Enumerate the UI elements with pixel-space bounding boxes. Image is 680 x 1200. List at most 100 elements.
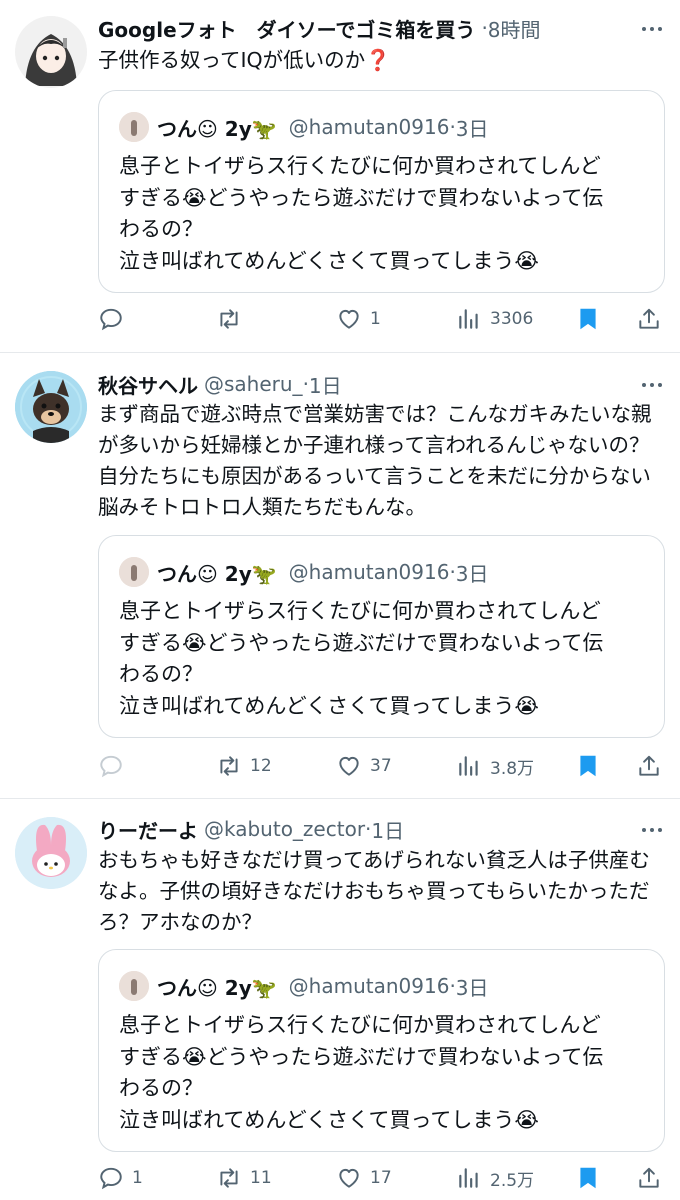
views-button[interactable]: 3306	[456, 302, 533, 336]
quoted-header: つん☺︎ 2y🦖 @hamutan0916 · 3日	[119, 970, 489, 1002]
like-button[interactable]: 37	[336, 749, 392, 783]
quoted-line: 泣き叫ばれてめんどくさくて買ってしまう😭	[119, 1107, 539, 1132]
like-count: 1	[370, 309, 381, 329]
quoted-author-handle: @hamutan0916	[288, 974, 450, 998]
views-icon	[459, 1168, 478, 1188]
tweet-text: まず商品で遊ぶ時点で営業妨害では？こんなガキみたいな親が多いから妊婦様とか子連れ…	[98, 399, 660, 523]
tweet-header: りーだーよ @kabuto_zector · 1日	[98, 812, 650, 846]
tweet-text-content: 子供作る奴ってIQが低いのか❓	[98, 48, 391, 72]
post-time[interactable]: 8時間	[488, 14, 541, 43]
reply-icon	[100, 1167, 122, 1190]
reply-button[interactable]	[98, 749, 132, 783]
quoted-tweet[interactable]: つん☺︎ 2y🦖 @hamutan0916 · 3日 息子とトイザらス行くたびに…	[98, 949, 665, 1152]
tweet-text-content: まず商品で遊ぶ時点で営業妨害では？こんなガキみたいな親が多いから妊婦様とか子連れ…	[98, 402, 652, 519]
author-name[interactable]: りーだーよ	[98, 815, 198, 844]
tweet-header: 秋谷サヘル @saheru_ · 1日	[98, 367, 650, 401]
views-button[interactable]: 2.5万	[456, 1161, 534, 1195]
quoted-avatar	[119, 557, 149, 587]
tweet-text-content: おもちゃも好きなだけ買ってあげられない貧乏人は子供産むなよ。子供の頃好きなだけお…	[98, 848, 650, 934]
quoted-line: 息子とトイザらス行くたびに何か買わされてしんど	[119, 599, 601, 623]
more-icon[interactable]	[640, 17, 664, 41]
views-icon	[459, 309, 478, 329]
like-button[interactable]: 1	[336, 302, 381, 336]
quoted-header: つん☺︎ 2y🦖 @hamutan0916 · 3日	[119, 556, 489, 588]
tweet[interactable]: Googleフォト ダイソーでゴミ箱を買う · 8時間 子供作る奴ってIQが低い…	[0, 0, 680, 352]
bookmark-button[interactable]	[575, 749, 601, 783]
more-icon[interactable]	[640, 373, 664, 397]
reply-count: 1	[132, 1168, 143, 1188]
share-button[interactable]	[636, 1161, 662, 1195]
share-button[interactable]	[636, 302, 662, 336]
view-count: 3306	[490, 309, 534, 329]
like-count: 17	[370, 1168, 392, 1188]
reply-button[interactable]: 1	[98, 1161, 143, 1195]
action-bar: 1 3306	[98, 302, 668, 336]
bookmark-icon	[580, 755, 596, 777]
author-name[interactable]: 秋谷サヘル	[98, 370, 198, 399]
tweet-text: おもちゃも好きなだけ買ってあげられない貧乏人は子供産むなよ。子供の頃好きなだけお…	[98, 845, 660, 938]
quoted-author-name: つん☺︎ 2y🦖	[157, 561, 277, 586]
quoted-tweet[interactable]: つん☺︎ 2y🦖 @hamutan0916 · 3日 息子とトイザらス行くたびに…	[98, 90, 665, 293]
quoted-line: すぎる😭どうやったら遊ぶだけで買わないよって伝	[119, 630, 604, 655]
retweet-icon	[220, 756, 238, 776]
tweet-text: 子供作る奴ってIQが低いのか❓	[98, 45, 660, 76]
bookmark-button[interactable]	[575, 1161, 601, 1195]
author-handle[interactable]: @saheru_	[204, 372, 303, 396]
like-icon	[339, 309, 359, 329]
like-icon	[339, 1168, 359, 1188]
share-button[interactable]	[636, 749, 662, 783]
quoted-author-handle: @hamutan0916	[288, 560, 450, 584]
quoted-text: 息子とトイザらス行くたびに何か買わされてしんど すぎる😭どうやったら遊ぶだけで買…	[119, 151, 644, 277]
author-name[interactable]: Googleフォト ダイソーでゴミ箱を買う	[98, 14, 475, 43]
quoted-line: わるの？	[119, 217, 203, 241]
retweet-count: 12	[250, 756, 272, 776]
bookmark-icon	[580, 1167, 596, 1189]
share-icon	[639, 308, 659, 329]
share-icon	[639, 1167, 659, 1188]
tweet[interactable]: 秋谷サヘル @saheru_ · 1日 まず商品で遊ぶ時点で営業妨害では？こんな…	[0, 353, 680, 798]
bookmark-button[interactable]	[575, 302, 601, 336]
quoted-post-time: 3日	[455, 561, 489, 586]
share-icon	[639, 755, 659, 776]
more-icon[interactable]	[640, 818, 664, 842]
quoted-text: 息子とトイザらス行くたびに何か買わされてしんど すぎる😭どうやったら遊ぶだけで買…	[119, 596, 644, 722]
quoted-post-time: 3日	[455, 116, 489, 141]
quoted-text: 息子とトイザらス行くたびに何か買わされてしんど すぎる😭どうやったら遊ぶだけで買…	[119, 1010, 644, 1136]
avatar[interactable]	[15, 817, 87, 889]
avatar-image	[15, 371, 87, 443]
quoted-line: 息子とトイザらス行くたびに何か買わされてしんど	[119, 1013, 601, 1037]
bookmark-icon	[580, 308, 596, 330]
avatar[interactable]	[15, 371, 87, 443]
avatar-image	[15, 817, 87, 889]
quoted-avatar	[119, 112, 149, 142]
quoted-header: つん☺︎ 2y🦖 @hamutan0916 · 3日	[119, 111, 489, 143]
quoted-author-handle: @hamutan0916	[288, 115, 450, 139]
avatar-image	[15, 16, 87, 88]
avatar[interactable]	[15, 16, 87, 88]
quoted-tweet[interactable]: つん☺︎ 2y🦖 @hamutan0916 · 3日 息子とトイザらス行くたびに…	[98, 535, 665, 738]
tweet[interactable]: りーだーよ @kabuto_zector · 1日 おもちゃも好きなだけ買ってあ…	[0, 799, 680, 1200]
like-button[interactable]: 17	[336, 1161, 392, 1195]
author-handle[interactable]: @kabuto_zector	[204, 817, 365, 841]
reply-icon	[100, 755, 122, 778]
view-count: 2.5万	[490, 1170, 535, 1191]
tweet-header: Googleフォト ダイソーでゴミ箱を買う · 8時間	[98, 11, 650, 45]
view-count: 3.8万	[490, 758, 535, 779]
reply-button[interactable]	[98, 302, 132, 336]
quoted-line: 息子とトイザらス行くたびに何か買わされてしんど	[119, 154, 601, 178]
quoted-post-time: 3日	[455, 975, 489, 1000]
quoted-author-name: つん☺︎ 2y🦖	[157, 116, 277, 141]
retweet-button[interactable]	[216, 302, 250, 336]
action-bar: 1 11 17 2.5万	[98, 1161, 668, 1195]
post-time[interactable]: 1日	[309, 370, 342, 399]
quoted-line: すぎる😭どうやったら遊ぶだけで買わないよって伝	[119, 185, 604, 210]
retweet-button[interactable]: 11	[216, 1161, 272, 1195]
like-icon	[339, 756, 359, 776]
retweet-count: 11	[250, 1168, 272, 1188]
post-time[interactable]: 1日	[371, 815, 404, 844]
views-button[interactable]: 3.8万	[456, 749, 534, 783]
quoted-line: わるの？	[119, 1076, 203, 1100]
retweet-button[interactable]: 12	[216, 749, 272, 783]
reply-icon	[100, 308, 122, 331]
quoted-avatar-image	[119, 971, 149, 1001]
